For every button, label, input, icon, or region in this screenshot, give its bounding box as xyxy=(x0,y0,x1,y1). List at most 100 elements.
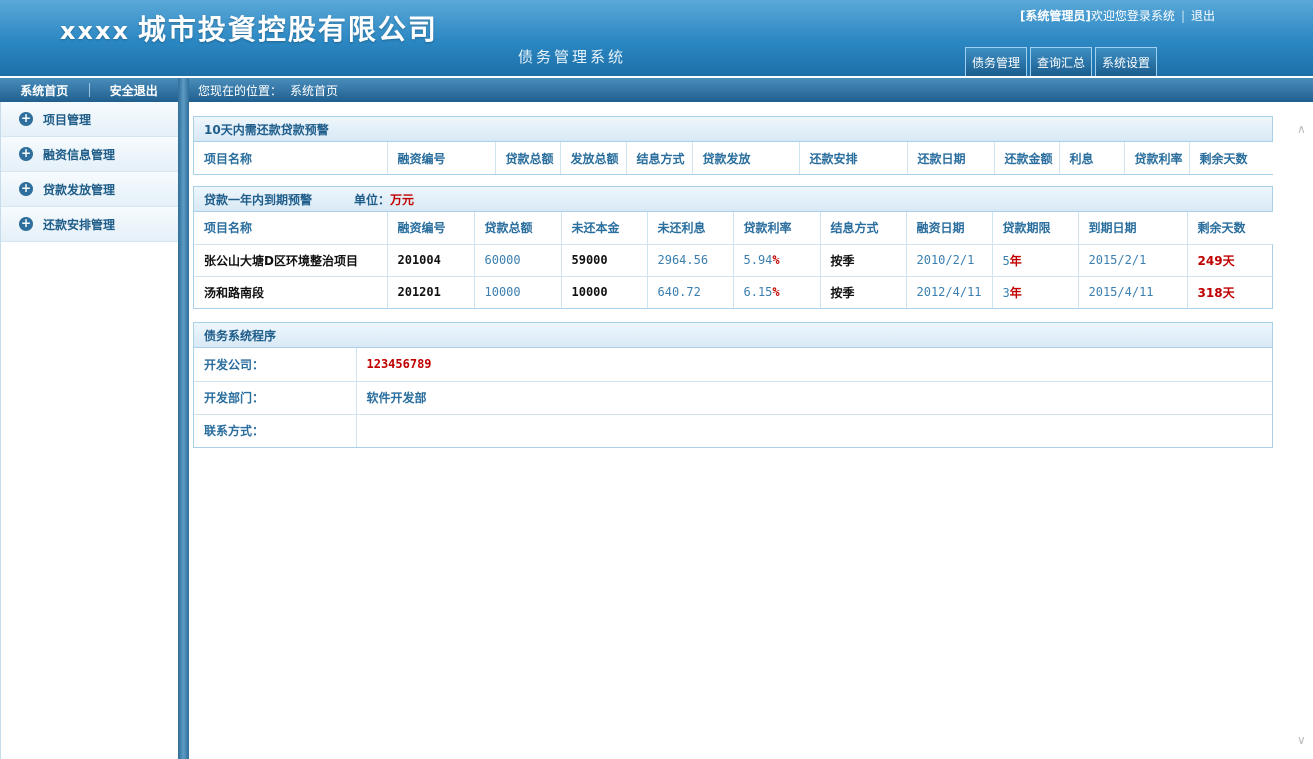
rate-value: 6.15 xyxy=(743,285,773,300)
col-header: 未还利息 xyxy=(647,212,734,245)
separator: | xyxy=(1180,8,1185,23)
col-header: 剩余天数 xyxy=(1187,212,1274,245)
cell-term: 3年 xyxy=(992,276,1079,308)
cell-method: 按季 xyxy=(820,276,907,308)
cell-interest: 640.72 xyxy=(647,276,734,308)
info-key: 联系方式： xyxy=(194,414,357,447)
chevron-down-icon[interactable]: ∨ xyxy=(1297,733,1306,747)
vertical-scrollbar[interactable]: ∧ ∨ xyxy=(1294,102,1313,759)
info-row: 联系方式： xyxy=(194,414,1272,447)
plus-circle-icon: + xyxy=(19,181,33,196)
app-header: xxxx 城市投資控股有限公司 债务管理系统 [系统管理员]欢迎您登录系统 | 退… xyxy=(0,0,1313,76)
home-link[interactable]: 系统首页 xyxy=(0,82,89,99)
term-unit: 年 xyxy=(1009,253,1022,268)
cell-date: 2012/4/11 xyxy=(906,276,993,308)
rate-value: 5.94 xyxy=(743,253,773,267)
col-header: 还款日期 xyxy=(907,142,995,174)
col-header: 剩余天数 xyxy=(1189,142,1274,174)
cell-rate: 5.94% xyxy=(733,244,821,277)
days-unit: 天 xyxy=(1222,285,1235,300)
breadcrumb-label: 您现在的位置： xyxy=(198,83,283,98)
cell-interest: 2964.56 xyxy=(647,244,734,277)
due-table: 项目名称 融资编号 贷款总额 未还本金 未还利息 贷款利率 结息方式 融资日期 … xyxy=(194,212,1274,308)
col-header: 未还本金 xyxy=(561,212,648,245)
col-header: 利息 xyxy=(1059,142,1125,174)
col-header: 贷款利率 xyxy=(1124,142,1190,174)
col-header: 还款金额 xyxy=(994,142,1060,174)
cell-project-name: 张公山大塘D区环境整治项目 xyxy=(194,244,388,277)
breadcrumb: 您现在的位置： 系统首页 xyxy=(189,78,1313,102)
rate-unit: % xyxy=(772,253,780,267)
col-header: 贷款利率 xyxy=(733,212,821,245)
info-value: 123456789 xyxy=(356,348,1272,382)
company-logo-text: xxxx 城市投資控股有限公司 xyxy=(60,8,438,48)
pane-splitter[interactable] xyxy=(178,78,189,759)
logout-link[interactable]: 退出 xyxy=(1191,7,1215,24)
user-bar: [系统管理员]欢迎您登录系统 | 退出 xyxy=(1020,7,1215,24)
unit-label: 单位： xyxy=(354,192,391,207)
sidebar-item-label: 项目管理 xyxy=(43,112,92,127)
brand-en: xxxx xyxy=(60,17,130,45)
cell-days: 249天 xyxy=(1187,244,1274,277)
col-header: 项目名称 xyxy=(194,212,388,245)
breadcrumb-current: 系统首页 xyxy=(290,83,339,98)
sidebar-item-label: 融资信息管理 xyxy=(43,147,116,162)
cell-project-name: 汤和路南段 xyxy=(194,276,388,308)
brand-cn: 城市投資控股有限公司 xyxy=(137,13,438,46)
col-header: 融资编号 xyxy=(387,212,475,245)
sidebar-item-repayment-schedule[interactable]: + 还款安排管理 xyxy=(1,207,178,242)
info-key: 开发公司： xyxy=(194,348,357,382)
info-row: 开发部门： 软件开发部 xyxy=(194,381,1272,415)
tab-system-settings[interactable]: 系统设置 xyxy=(1095,47,1158,76)
sidebar-item-financing-info[interactable]: + 融资信息管理 xyxy=(1,137,178,172)
panel-title: 10天内需还款贷款预警 xyxy=(194,117,1272,142)
days-value: 318 xyxy=(1197,285,1223,300)
col-header: 结息方式 xyxy=(820,212,907,245)
col-header: 贷款总额 xyxy=(474,212,562,245)
cell-due: 2015/2/1 xyxy=(1078,244,1188,277)
chevron-up-icon[interactable]: ∧ xyxy=(1297,122,1306,136)
cell-code: 201201 xyxy=(387,276,475,308)
tab-debt-management[interactable]: 债务管理 xyxy=(965,47,1028,76)
cell-total: 10000 xyxy=(474,276,562,308)
sidebar-item-label: 还款安排管理 xyxy=(43,217,116,232)
cell-due: 2015/4/11 xyxy=(1078,276,1188,308)
top-nav: 债务管理 查询汇总 系统设置 xyxy=(965,47,1158,76)
sidebar-item-project-management[interactable]: + 项目管理 xyxy=(1,102,178,137)
col-header: 还款安排 xyxy=(799,142,908,174)
info-table: 开发公司： 123456789 开发部门： 软件开发部 联系方式： xyxy=(194,348,1272,447)
tab-query-summary[interactable]: 查询汇总 xyxy=(1030,47,1093,76)
user-role: [系统管理员] xyxy=(1019,9,1091,23)
info-value xyxy=(356,414,1272,447)
safe-exit-link[interactable]: 安全退出 xyxy=(90,82,179,99)
info-row: 开发公司： 123456789 xyxy=(194,348,1272,382)
term-value: 5 xyxy=(1002,253,1010,268)
col-header: 融资日期 xyxy=(906,212,993,245)
panel-10day-warning: 10天内需还款贷款预警 项目名称 融资编号 贷款总额 发放总额 结息方式 贷款发… xyxy=(193,116,1274,175)
panel-title: 贷款一年内到期预警 单位： 万元 xyxy=(194,187,1272,212)
panel-system-info: 债务系统程序 开发公司： 123456789 开发部门： 软件开发部 联系方式： xyxy=(193,322,1273,448)
cell-rate: 6.15% xyxy=(733,276,821,308)
table-row[interactable]: 汤和路南段 201201 10000 10000 640.72 6.15% 按季… xyxy=(194,276,1274,308)
cell-total: 60000 xyxy=(474,244,562,277)
unit-value: 万元 xyxy=(390,192,415,207)
plus-circle-icon: + xyxy=(19,146,33,161)
cell-principal: 59000 xyxy=(561,244,648,277)
cell-days: 318天 xyxy=(1187,276,1274,308)
col-header: 发放总额 xyxy=(560,142,627,174)
sidebar-item-label: 贷款发放管理 xyxy=(43,182,116,197)
table-header-row: 项目名称 融资编号 贷款总额 未还本金 未还利息 贷款利率 结息方式 融资日期 … xyxy=(194,212,1274,245)
sidebar-item-loan-disbursement[interactable]: + 贷款发放管理 xyxy=(1,172,178,207)
cell-term: 5年 xyxy=(992,244,1079,277)
table-row[interactable]: 张公山大塘D区环境整治项目 201004 60000 59000 2964.56… xyxy=(194,244,1274,277)
days-value: 249 xyxy=(1197,253,1223,268)
plus-circle-icon: + xyxy=(19,216,33,231)
plus-circle-icon: + xyxy=(19,111,33,126)
col-header: 贷款发放 xyxy=(692,142,800,174)
term-unit: 年 xyxy=(1009,285,1022,300)
panel-title-text: 贷款一年内到期预警 xyxy=(204,192,313,207)
panel-1year-warning: 贷款一年内到期预警 单位： 万元 项目名称 融资编号 贷款总额 未还本金 未还利息… xyxy=(193,186,1274,309)
term-value: 3 xyxy=(1002,285,1010,300)
cell-principal: 10000 xyxy=(561,276,648,308)
main-content: 10天内需还款贷款预警 项目名称 融资编号 贷款总额 发放总额 结息方式 贷款发… xyxy=(189,102,1294,759)
